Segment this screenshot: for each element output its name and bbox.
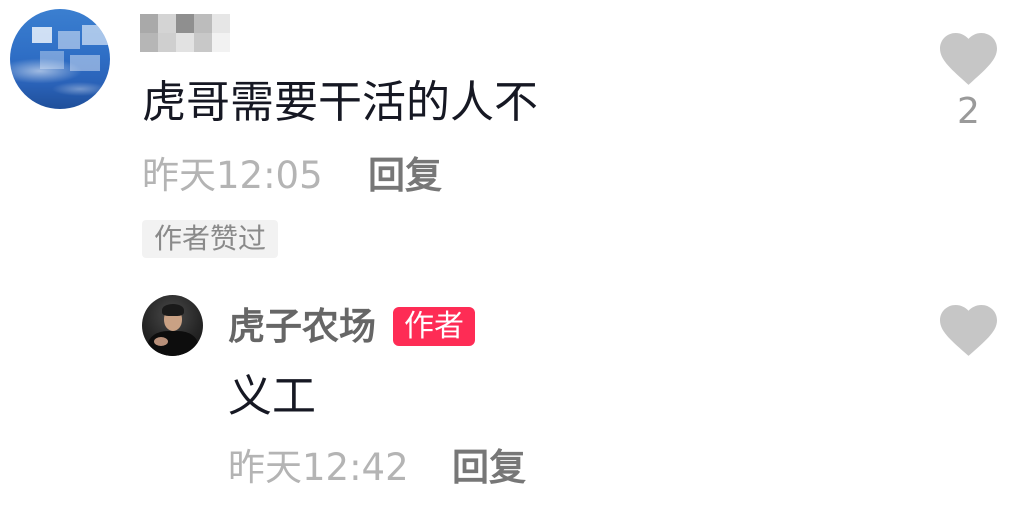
reply-timestamp: 昨天12:42: [228, 446, 409, 489]
reply-reply-button[interactable]: 回复: [452, 446, 526, 490]
avatar-mosaic: [58, 31, 80, 49]
avatar-hand: [154, 337, 168, 346]
comment-text: 虎哥需要干活的人不: [142, 77, 538, 128]
comment-timestamp: 昨天12:05: [142, 154, 323, 197]
avatar-hair: [162, 304, 184, 316]
reply-text: 义工: [228, 371, 316, 422]
avatar-mosaic: [82, 25, 108, 45]
avatar-mosaic: [32, 27, 52, 43]
commenter-avatar[interactable]: [10, 9, 110, 109]
avatar-mosaic: [70, 55, 100, 71]
author-tag-badge: 作者: [393, 307, 475, 346]
author-liked-badge: 作者赞过: [142, 220, 279, 258]
like-count: 2: [957, 91, 980, 132]
commenter-username-mosaic[interactable]: [140, 14, 230, 52]
heart-icon[interactable]: [940, 33, 997, 85]
avatar-mosaic: [40, 51, 64, 69]
heart-icon[interactable]: [940, 305, 997, 356]
comment-reply-button[interactable]: 回复: [368, 154, 442, 198]
reply-avatar[interactable]: [142, 295, 203, 356]
reply-username[interactable]: 虎子农场: [228, 305, 376, 349]
